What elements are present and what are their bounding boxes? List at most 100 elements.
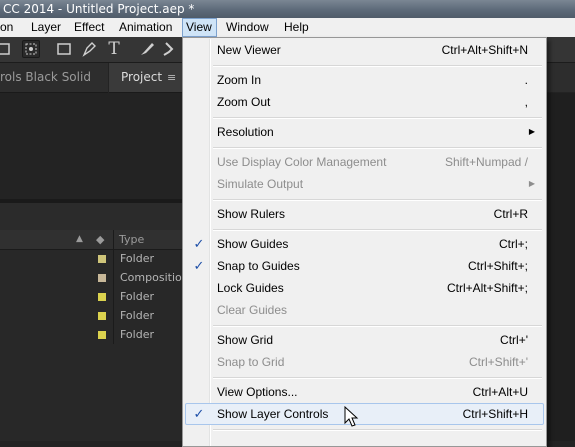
- checkmark-icon: ✓: [193, 236, 205, 251]
- menu-item-show-guides[interactable]: ✓ Show Guides Ctrl+;: [185, 233, 544, 255]
- label-tag-icon[interactable]: ◆: [96, 230, 104, 249]
- label-color-swatch[interactable]: [98, 331, 106, 339]
- row-type: Compositio: [120, 271, 182, 284]
- window-title: CC 2014 - Untitled Project.aep *: [3, 2, 195, 16]
- project-row[interactable]: Folder: [0, 249, 182, 268]
- row-name-cell: [0, 325, 12, 344]
- menu-item-label: Resolution: [217, 125, 274, 139]
- menu-animation[interactable]: Animation: [119, 18, 172, 37]
- menu-item-shortcut: Ctrl+R: [493, 207, 528, 221]
- submenu-arrow-icon: ▶: [528, 127, 535, 136]
- menu-item-label: Simulate Output: [217, 177, 304, 191]
- menu-layer[interactable]: Layer: [31, 18, 61, 37]
- menu-item-new-viewer[interactable]: New Viewer Ctrl+Alt+Shift+N: [185, 39, 544, 61]
- type-tool-icon[interactable]: T: [105, 40, 123, 58]
- mouse-pointer-icon: [344, 406, 359, 427]
- menu-item-shortcut: Shift+Numpad /: [444, 155, 528, 169]
- menu-item-label: Show Rulers: [217, 207, 286, 221]
- row-divider: [113, 249, 114, 268]
- project-row[interactable]: Compositio: [0, 268, 182, 287]
- menu-window[interactable]: Window: [226, 18, 269, 37]
- menu-effect[interactable]: Effect: [74, 18, 104, 37]
- menu-item-show-grid[interactable]: Show Grid Ctrl+': [185, 329, 544, 351]
- menu-item-snap-to-grid[interactable]: Snap to Grid Ctrl+Shift+': [185, 351, 544, 373]
- menu-item-snap-to-guides[interactable]: ✓ Snap to Guides Ctrl+Shift+;: [185, 255, 544, 277]
- project-preview-area: [0, 93, 182, 199]
- menu-item-shortcut: Ctrl+Shift+;: [467, 259, 528, 273]
- label-color-swatch[interactable]: [98, 293, 106, 301]
- menu-separator: [213, 199, 542, 201]
- column-header-type[interactable]: Type: [119, 230, 144, 249]
- menu-item-label: Snap to Grid: [217, 355, 285, 369]
- menu-item-simulate-output[interactable]: Simulate Output ▶: [185, 173, 544, 195]
- menu-item-shortcut: Ctrl+;: [498, 237, 528, 251]
- menu-item-shortcut: Ctrl+Alt+U: [472, 385, 528, 399]
- menu-item-view-options[interactable]: View Options... Ctrl+Alt+U: [185, 381, 544, 403]
- label-color-swatch[interactable]: [98, 255, 106, 263]
- menu-item-shortcut: Ctrl+Shift+H: [462, 407, 528, 421]
- menu-composition[interactable]: on: [0, 18, 13, 37]
- project-column-header: ▲ ◆ Type: [0, 230, 182, 250]
- menu-item-lock-guides[interactable]: Lock Guides Ctrl+Alt+Shift+;: [185, 277, 544, 299]
- menu-item-shortcut: .: [524, 73, 528, 87]
- menu-item-zoom-in[interactable]: Zoom In .: [185, 69, 544, 91]
- submenu-arrow-icon: ▶: [528, 179, 535, 188]
- menu-item-label: Lock Guides: [217, 281, 284, 295]
- menu-item-zoom-out[interactable]: Zoom Out ,: [185, 91, 544, 113]
- menu-item-use-display-color-management[interactable]: Use Display Color Management Shift+Numpa…: [185, 151, 544, 173]
- clone-stamp-tool-icon[interactable]: [161, 40, 179, 58]
- menu-item-label: Show Layer Controls: [217, 407, 329, 421]
- project-tab-label: Project: [121, 70, 163, 84]
- column-header-name[interactable]: [0, 230, 12, 249]
- menu-separator: [213, 429, 542, 431]
- row-type: Folder: [120, 328, 154, 341]
- row-type: Folder: [120, 290, 154, 303]
- row-name-cell: [0, 268, 12, 287]
- menu-separator: [213, 325, 542, 327]
- label-color-swatch[interactable]: [98, 274, 106, 282]
- menu-item-clear-guides[interactable]: Clear Guides: [185, 299, 544, 321]
- hand-tool-icon[interactable]: [0, 40, 14, 58]
- effect-controls-tab-label: rols Black Solid: [0, 70, 91, 84]
- menu-item-label: View Options...: [217, 385, 298, 399]
- effect-controls-tab[interactable]: rols Black Solid: [0, 63, 108, 93]
- rectangle-tool-icon[interactable]: [55, 40, 73, 58]
- row-name-cell: [0, 249, 12, 268]
- menu-item-shortcut: Ctrl+': [500, 333, 528, 347]
- menu-separator: [213, 229, 542, 231]
- zoom-tool-icon[interactable]: [22, 40, 40, 58]
- checkmark-icon: ✓: [193, 406, 205, 421]
- menu-item-shortcut: Ctrl+Shift+': [469, 355, 528, 369]
- project-search-bar: [0, 203, 182, 230]
- menu-item-label: Use Display Color Management: [217, 155, 387, 169]
- comp-viewer: [547, 93, 575, 441]
- menu-separator: [213, 147, 542, 149]
- menu-item-shortcut: Ctrl+Alt+Shift+;: [446, 281, 528, 295]
- pen-tool-icon[interactable]: [80, 40, 98, 58]
- row-type: Folder: [120, 309, 154, 322]
- brush-tool-icon[interactable]: [138, 40, 156, 58]
- menu-view[interactable]: View: [182, 18, 217, 37]
- menu-item-label: Snap to Guides: [217, 259, 300, 273]
- menu-separator: [213, 377, 542, 379]
- project-row[interactable]: Folder: [0, 325, 182, 344]
- row-divider: [113, 325, 114, 344]
- project-row[interactable]: Folder: [0, 306, 182, 325]
- menu-item-show-layer-controls[interactable]: ✓ Show Layer Controls Ctrl+Shift+H: [185, 403, 544, 425]
- menu-separator: [213, 117, 542, 119]
- menu-item-show-rulers[interactable]: Show Rulers Ctrl+R: [185, 203, 544, 225]
- column-divider: [113, 230, 114, 249]
- menu-item-resolution[interactable]: Resolution ▶: [185, 121, 544, 143]
- label-color-swatch[interactable]: [98, 312, 106, 320]
- project-row[interactable]: Folder: [0, 287, 182, 306]
- sort-arrow-icon[interactable]: ▲: [76, 230, 83, 249]
- menu-bar: on Layer Effect Animation View Window He…: [0, 18, 575, 38]
- comp-panel-tab-strip: [547, 63, 575, 92]
- menu-item-shortcut: ,: [524, 95, 528, 109]
- panel-menu-icon[interactable]: ≡: [167, 63, 176, 92]
- project-tab[interactable]: Project ≡: [109, 63, 182, 93]
- menu-help[interactable]: Help: [284, 18, 309, 37]
- row-name-cell: [0, 287, 12, 306]
- menu-item-label: Show Grid: [217, 333, 274, 347]
- menu-item-label: Show Guides: [217, 237, 289, 251]
